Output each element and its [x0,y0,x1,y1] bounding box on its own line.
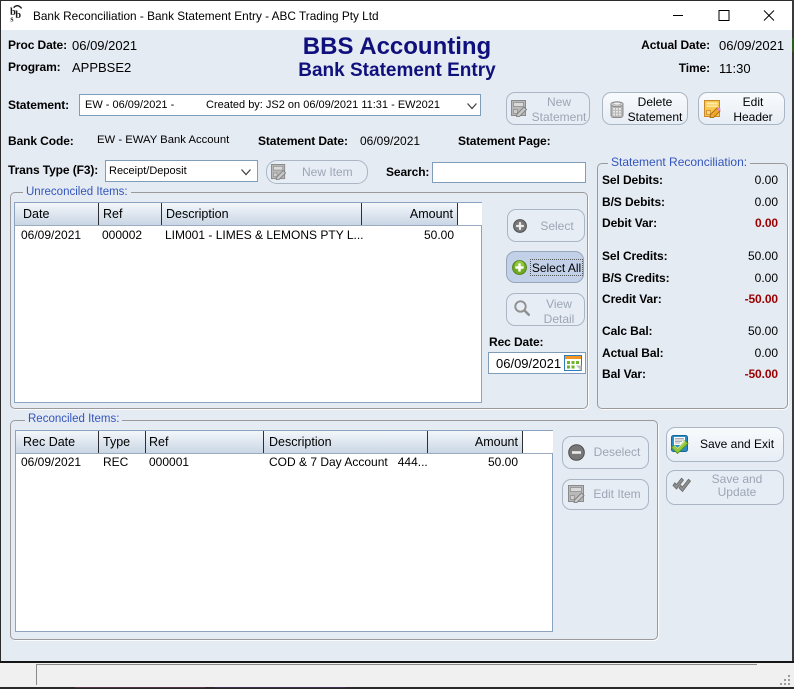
svg-text:s: s [10,15,13,24]
svg-text:b: b [15,10,21,21]
